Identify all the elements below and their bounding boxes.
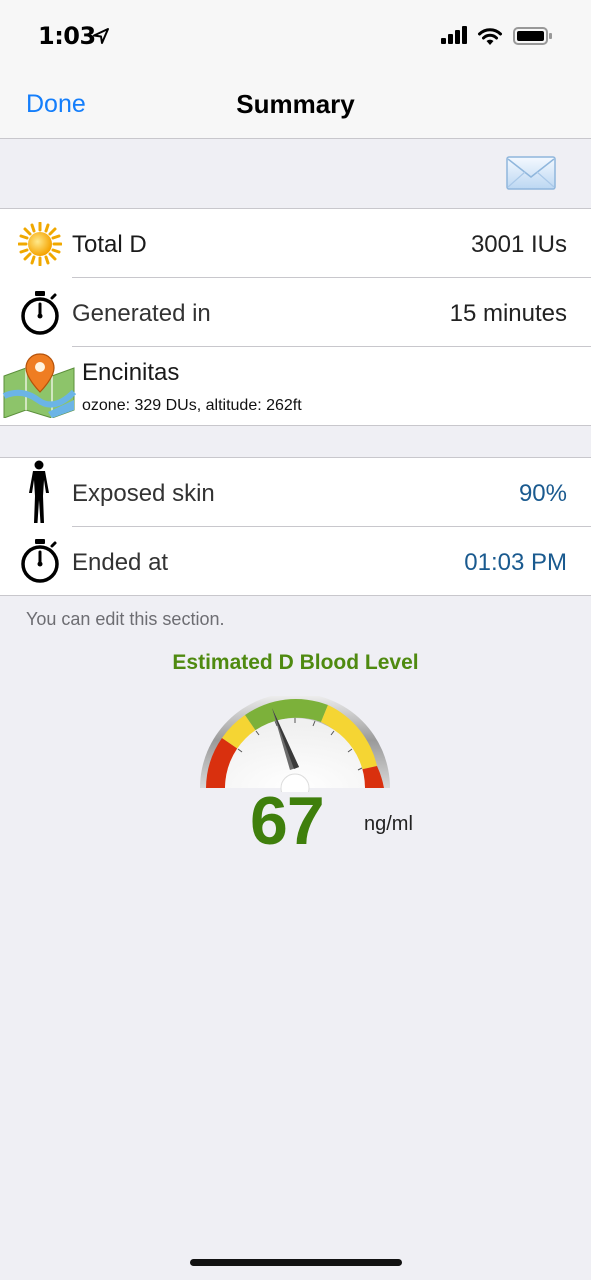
blood-level-gauge	[200, 696, 390, 792]
total-d-row: Total D 3001 IUs	[0, 209, 591, 278]
stopwatch-icon	[21, 291, 59, 335]
envelope-icon[interactable]	[505, 153, 557, 193]
navigation-bar: Done Summary	[0, 70, 591, 139]
body-silhouette-icon	[29, 460, 49, 523]
blood-level-unit: ng/ml	[364, 813, 413, 835]
total-d-label: Total D	[72, 231, 147, 258]
generated-row: Generated in 15 minutes	[0, 278, 591, 347]
share-toolbar	[0, 139, 591, 208]
status-time: 1:03	[38, 22, 96, 50]
stopwatch-icon	[21, 539, 59, 583]
ended-at-label: Ended at	[72, 549, 169, 576]
exposed-skin-row[interactable]: Exposed skin 90%	[0, 458, 591, 526]
signal-icon	[441, 26, 467, 44]
page-title: Summary	[236, 89, 355, 119]
location-arrow-icon	[93, 28, 109, 44]
editable-group: Exposed skin 90% Ended at 01:03 PM	[0, 457, 591, 596]
location-details: ozone: 329 DUs, altitude: 262ft	[82, 397, 302, 414]
location-name: Encinitas	[82, 359, 180, 386]
ended-at-row[interactable]: Ended at 01:03 PM	[0, 527, 591, 595]
status-bar: 1:03	[0, 0, 591, 70]
edit-hint: You can edit this section.	[26, 609, 225, 629]
total-d-value: 3001 IUs	[470, 231, 567, 258]
location-row[interactable]: Encinitas ozone: 329 DUs, altitude: 262f…	[0, 347, 591, 425]
generated-value: 15 minutes	[449, 300, 567, 327]
wifi-icon	[478, 28, 502, 45]
blood-level-value: 67	[250, 783, 325, 859]
sun-icon	[18, 222, 62, 266]
generated-label: Generated in	[72, 300, 211, 327]
home-indicator[interactable]	[190, 1259, 402, 1266]
ended-at-value[interactable]: 01:03 PM	[464, 549, 567, 577]
exposed-skin-label: Exposed skin	[72, 480, 215, 507]
exposed-skin-value[interactable]: 90%	[519, 480, 567, 508]
battery-icon	[513, 27, 552, 45]
summary-group: Total D 3001 IUs Generated in 15 minutes…	[0, 208, 591, 426]
map-pin-icon	[2, 353, 76, 418]
gauge-title: Estimated D Blood Level	[172, 651, 419, 674]
